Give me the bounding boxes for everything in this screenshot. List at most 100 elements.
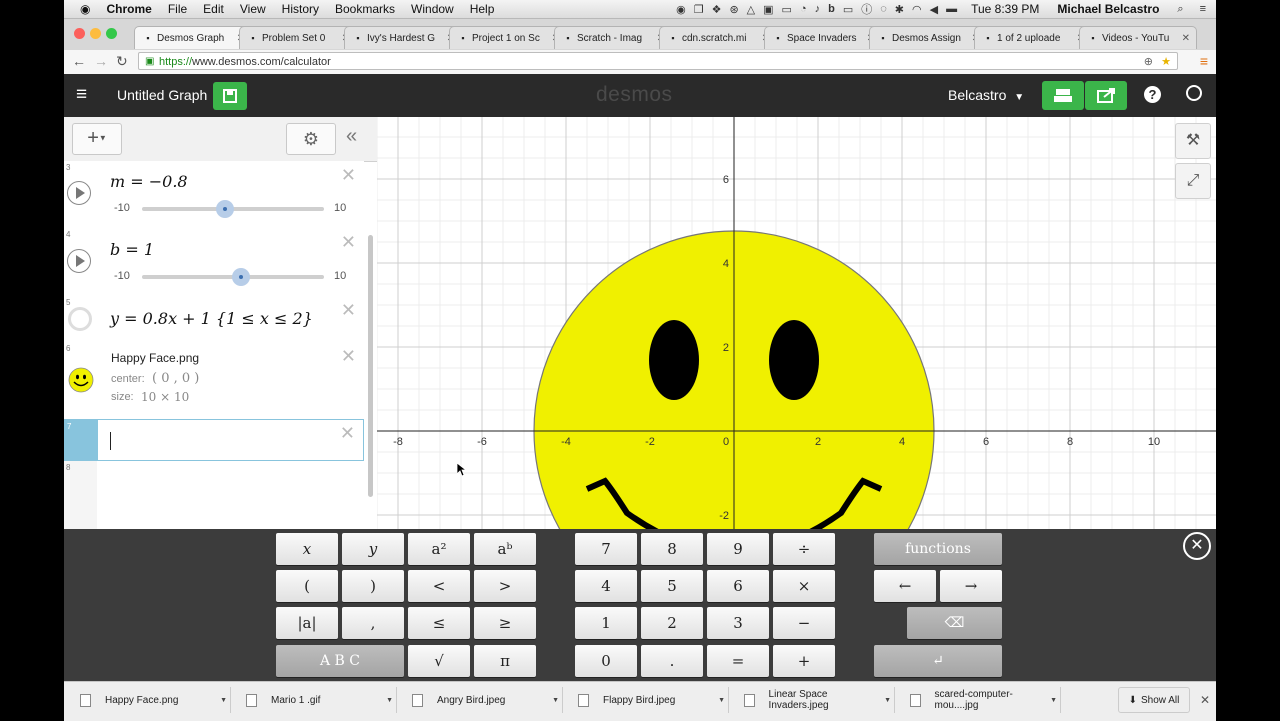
key-num-9[interactable]: 2 [641,607,703,639]
menu-history[interactable]: History [282,2,319,16]
menu-bookmarks[interactable]: Bookmarks [335,2,395,16]
download-item[interactable]: Happy Face.png ▼ [68,687,231,713]
drive-icon[interactable]: △ [747,3,755,16]
key-num-6[interactable]: 6 [707,570,769,602]
key-num-5[interactable]: 5 [641,570,703,602]
airplay-icon[interactable]: ▭ [843,3,853,16]
menubar-clock[interactable]: Tue 8:39 PM [971,2,1039,16]
key-left-7[interactable]: > [474,570,536,602]
hamburger-menu-icon[interactable]: ≡ [76,84,87,106]
expression-row-slider-b[interactable]: 4 b = 1 ✕ -10 10 [64,228,364,297]
menu-file[interactable]: File [168,2,187,16]
menu-view[interactable]: View [240,2,266,16]
graph-paper[interactable]: -8 -6 -4 -2 0 2 4 6 8 10 6 4 2 -2 ⚒ ⤢ [377,117,1216,529]
enter-button[interactable]: ↵ [874,645,1002,677]
key-left-8[interactable]: |a| [276,607,338,639]
add-item-button[interactable]: +▼ [72,123,122,155]
expression-math[interactable]: y = 0.8x + 1 {1 ≤ x ≤ 2} [110,309,313,328]
graph-title[interactable]: Untitled Graph [117,87,207,103]
spotlight-search-icon[interactable]: ⌕ [1177,3,1183,16]
menu-chrome[interactable]: Chrome [106,2,151,16]
functions-button[interactable]: functions [874,533,1002,565]
key-left-12[interactable]: A B C [276,645,404,677]
volume-icon[interactable]: ◀ [930,3,938,16]
image-size-value[interactable]: 10 × 10 [141,390,189,404]
delete-expression-icon[interactable]: ✕ [341,346,356,367]
chevron-down-icon[interactable]: ▼ [386,697,393,704]
chevron-down-icon[interactable]: ▼ [1050,697,1057,704]
window-zoom-button[interactable] [106,28,117,39]
graph-settings-button[interactable]: ⚒ [1175,123,1211,159]
close-keypad-button[interactable]: ✕ [1183,532,1211,560]
screenshot-icon[interactable]: ❐ [694,3,704,16]
delete-expression-icon[interactable]: ✕ [341,165,356,186]
backspace-button[interactable]: ⌫ [907,607,1002,639]
notification-center-icon[interactable]: ≡ [1200,3,1206,15]
download-item[interactable]: Angry Bird.jpeg ▼ [400,687,563,713]
record-icon[interactable]: ◉ [676,3,686,16]
key-left-5[interactable]: ) [342,570,404,602]
show-all-downloads-button[interactable]: ⬇ Show All [1118,687,1190,713]
timemachine-icon[interactable]: ◌ [880,3,887,15]
expression-math[interactable]: b = 1 [110,240,154,259]
save-button[interactable] [213,82,247,110]
key-num-3[interactable]: ÷ [773,533,835,565]
print-button[interactable] [1042,81,1084,110]
menu-window[interactable]: Window [411,2,454,16]
image-icon[interactable]: ▣ [763,3,773,16]
cursor-right-button[interactable]: → [940,570,1002,602]
reload-icon[interactable]: ↻ [116,53,128,70]
download-item[interactable]: Flappy Bird.jpeg ▼ [566,687,729,713]
delete-expression-icon[interactable]: ✕ [341,232,356,253]
tab-1[interactable]: ▪Problem Set 0✕ [239,26,357,49]
key-num-8[interactable]: 1 [575,607,637,639]
bell-icon[interactable]: ♪ [815,3,821,15]
display-icon[interactable]: ▭ [782,3,792,16]
key-left-0[interactable]: x [276,533,338,565]
play-slider-icon[interactable] [67,181,91,205]
key-left-13[interactable]: √ [408,645,470,677]
graph-canvas[interactable]: -8 -6 -4 -2 0 2 4 6 8 10 6 4 2 -2 [377,117,1216,529]
user-menu[interactable]: Belcastro ▼ [948,87,1024,103]
key-left-14[interactable]: π [474,645,536,677]
key-left-6[interactable]: < [408,570,470,602]
smiley-thumbnail-icon[interactable] [68,367,94,393]
tab-6[interactable]: ▪Space Invaders✕ [764,26,882,49]
chrome-menu-icon[interactable]: ≡ [1200,53,1208,69]
apple-menu-icon[interactable]: ◉ [80,2,90,16]
key-num-11[interactable]: − [773,607,835,639]
key-left-1[interactable]: y [342,533,404,565]
b-icon[interactable]: b [828,3,835,15]
key-num-12[interactable]: 0 [575,645,637,677]
expression-row-image[interactable]: 6 Happy Face.png center: ( 0 , 0 ) size:… [64,342,364,420]
key-num-10[interactable]: 3 [707,607,769,639]
slider-handle[interactable] [216,200,234,218]
download-item[interactable]: Mario 1 .gif ▼ [234,687,397,713]
key-num-1[interactable]: 8 [641,533,703,565]
clock-icon[interactable]: ◔ [800,3,807,15]
key-num-7[interactable]: × [773,570,835,602]
tab-3[interactable]: ▪Project 1 on Sc✕ [449,26,567,49]
key-num-4[interactable]: 4 [575,570,637,602]
slider-handle[interactable] [232,268,250,286]
menu-edit[interactable]: Edit [203,2,224,16]
dropbox-icon[interactable]: ❖ [712,3,722,16]
forward-arrow-icon[interactable]: → [94,53,108,69]
key-num-0[interactable]: 7 [575,533,637,565]
expression-row-slider-m[interactable]: 3 m = −0.8 ✕ -10 10 [64,161,364,229]
expression-row-line[interactable]: 5 y = 0.8x + 1 {1 ≤ x ≤ 2} ✕ [64,296,364,343]
tab-0[interactable]: ▪Desmos Graph✕ [134,26,252,49]
share-button[interactable] [1085,81,1127,110]
key-num-14[interactable]: = [707,645,769,677]
key-left-2[interactable]: a² [408,533,470,565]
battery-icon[interactable]: ▬ [946,3,957,15]
tab-5[interactable]: ▪cdn.scratch.mi✕ [659,26,777,49]
download-item[interactable]: scared-computer-mou....jpg ▼ [898,687,1061,713]
menubar-user[interactable]: Michael Belcastro [1057,2,1159,16]
settings-button[interactable]: ⚙ [286,123,336,155]
tab-7[interactable]: ▪Desmos Assign✕ [869,26,987,49]
collapse-panel-icon[interactable]: « [346,125,357,148]
play-slider-icon[interactable] [67,249,91,273]
chevron-down-icon[interactable]: ▼ [718,697,725,704]
key-num-13[interactable]: . [641,645,703,677]
